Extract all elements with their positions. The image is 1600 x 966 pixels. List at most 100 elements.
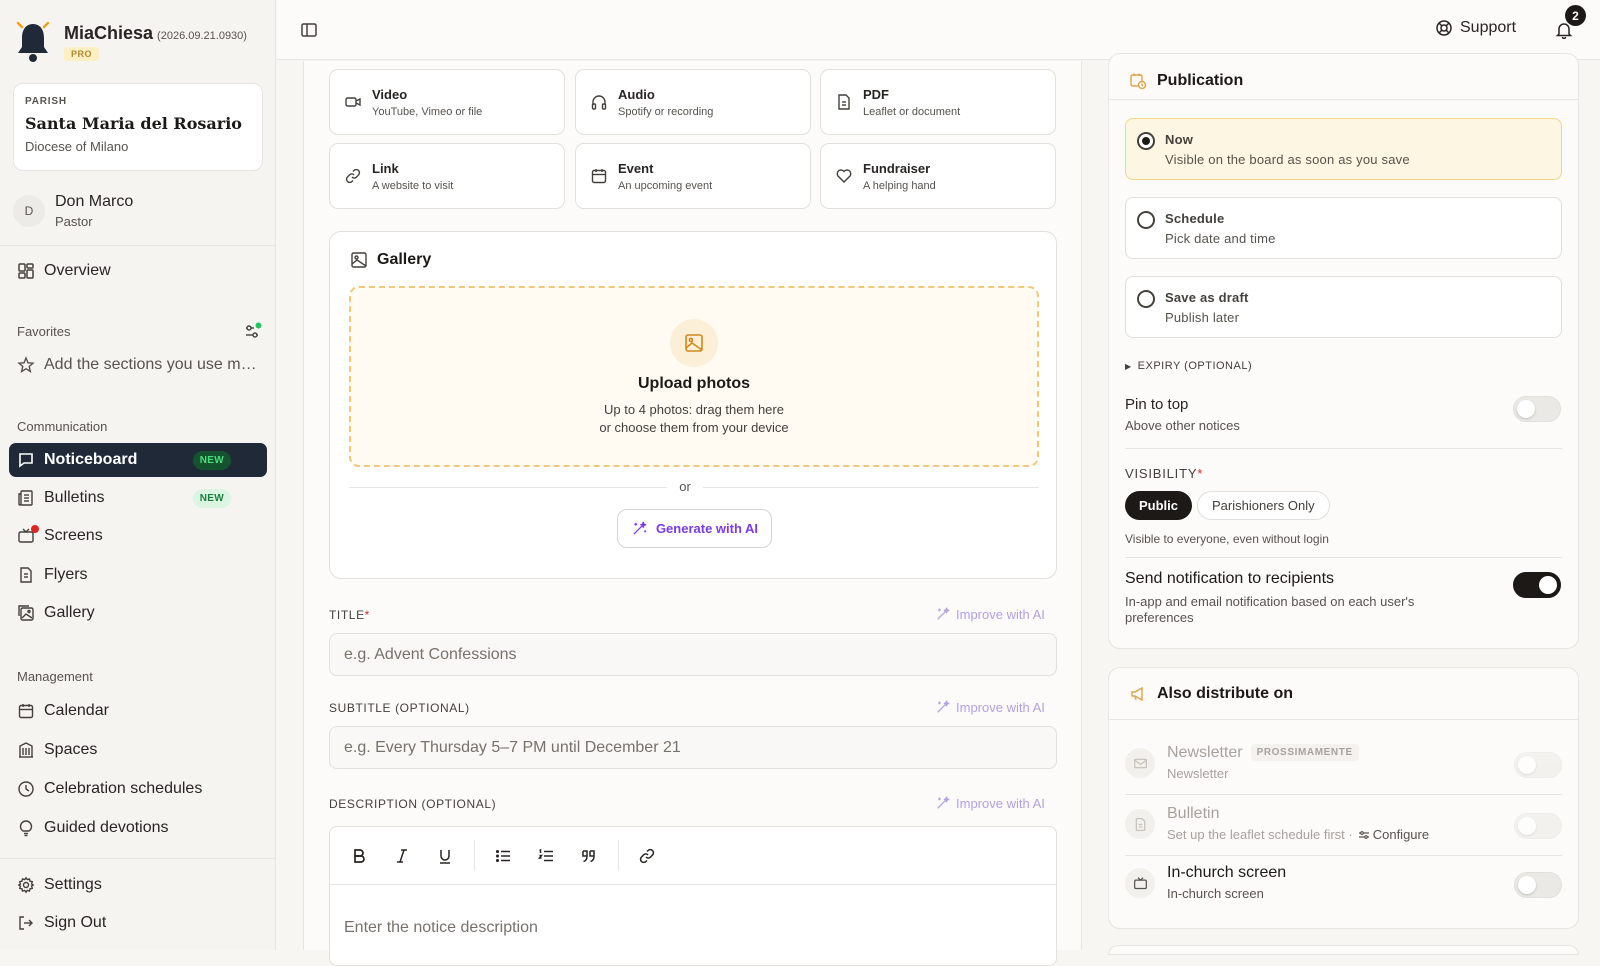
app-name: MiaChiesa [64,23,154,43]
configure-link[interactable]: Configure [1358,827,1429,842]
title-input[interactable]: e.g. Advent Confessions [329,633,1057,676]
caret-right-icon: ▶ [1125,361,1132,371]
sidebar-item-gallery[interactable]: Gallery [9,596,267,630]
sidebar-item-bulletins[interactable]: Bulletins NEW [9,481,267,515]
favorites-hint[interactable]: Add the sections you use most [9,348,267,382]
type-card-fundraiser[interactable]: Fundraiser A helping hand [820,143,1056,209]
distribute-item-title: Bulletin [1167,805,1220,822]
message-square-icon [19,453,33,468]
radio-selected[interactable] [1137,132,1155,150]
bullet-list-icon[interactable] [494,847,512,865]
publish-option-draft[interactable]: Save as draft Publish later [1125,276,1562,338]
visibility-public[interactable]: Public [1125,491,1193,520]
underline-icon[interactable] [436,847,454,865]
alert-dot [31,525,39,533]
type-subtitle: A website to visit [372,179,454,192]
sidebar-item-label: Gallery [44,604,95,621]
italic-icon[interactable] [393,847,411,865]
sidebar-item-label: Sign Out [44,914,107,931]
magic-wand-icon [937,607,950,620]
customize-favorites-icon[interactable] [244,322,262,340]
type-title: Fundraiser [863,160,931,176]
publish-option-schedule[interactable]: Schedule Pick date and time [1125,197,1562,259]
lightbulb-icon [19,820,33,837]
pin-toggle[interactable] [1513,396,1561,422]
calendar-icon [591,169,607,184]
notifications-button[interactable]: 2 [1555,5,1586,41]
app-version: (2026.09.21.0930) [157,30,247,42]
numbered-list-icon[interactable] [537,847,555,865]
parish-card[interactable]: PARISH Santa Maria del Rosario Diocese o… [13,83,263,171]
radio-unselected[interactable] [1137,211,1155,229]
sidebar-item-guided-devotions[interactable]: Guided devotions [9,811,267,845]
star-icon [17,356,35,373]
distribute-panel: Also distribute on Newsletter PROSSIMAMEN… [1108,667,1579,929]
mail-icon-circle [1125,748,1155,778]
subtitle-placeholder: e.g. Every Thursday 5–7 PM until Decembe… [344,738,681,756]
improve-description-button[interactable]: Improve with AI [935,795,1045,811]
visibility-parishioners[interactable]: Parishioners Only [1197,491,1330,520]
panel-divider [1125,448,1562,449]
type-card-link[interactable]: Link A website to visit [329,143,565,209]
improve-label: Improve with AI [956,795,1045,811]
new-badge: NEW [192,450,231,470]
coming-soon-badge: PROSSIMAMENTE [1250,744,1359,761]
sidebar-item-spaces[interactable]: Spaces [9,733,267,767]
option-title: Schedule [1165,211,1225,226]
quote-icon[interactable] [580,847,598,865]
sidebar-item-label: Add the sections you use most [44,356,259,373]
generate-ai-button[interactable]: Generate with AI [617,509,772,548]
sidebar-item-sign-out[interactable]: Sign Out [9,906,267,940]
sidebar-item-flyers[interactable]: Flyers [9,558,267,592]
gear-icon [17,876,35,894]
type-card-audio[interactable]: Audio Spotify or recording [575,69,811,135]
toolbar-separator [474,840,475,870]
type-title: Audio [618,86,655,102]
notify-subtitle: In-app and email notification based on e… [1125,594,1415,625]
distribute-title: Also distribute on [1157,684,1293,702]
publish-option-now[interactable]: Now Visible on the board as soon as you … [1125,118,1562,180]
in-church-screen-toggle[interactable] [1514,872,1562,898]
option-subtitle: Pick date and time [1165,231,1276,246]
photo-dropzone[interactable]: Upload photos Up to 4 photos: drag them … [349,286,1039,467]
sidebar-item-celebration-schedules[interactable]: Celebration schedules [9,772,267,806]
sidebar-item-settings[interactable]: Settings [9,868,267,902]
user-profile[interactable]: D Don Marco Pastor [13,193,133,229]
sidebar-item-noticeboard[interactable]: Noticeboard NEW [9,443,267,477]
bulletin-toggle [1514,813,1562,839]
sidebar-item-calendar[interactable]: Calendar [9,694,267,728]
type-subtitle: Leaflet or document [863,105,961,118]
improve-subtitle-button[interactable]: Improve with AI [935,699,1045,715]
radio-unselected[interactable] [1137,290,1155,308]
description-placeholder: Enter the notice description [344,919,538,936]
type-card-event[interactable]: Event An upcoming event [575,143,811,209]
sidebar-item-screens[interactable]: Screens [9,519,267,553]
image-upload-icon [685,334,703,352]
management-heading: Management [17,669,93,684]
sidebar-item-label: Guided devotions [44,819,169,836]
support-button[interactable]: Support [1435,19,1516,37]
improve-title-button[interactable]: Improve with AI [935,606,1045,622]
brand: MiaChiesa (2026.09.21.0930) PRO [14,20,247,64]
type-subtitle: YouTube, Vimeo or file [372,105,483,118]
next-panel-edge [1108,945,1579,955]
link-icon[interactable] [638,847,656,865]
expiry-toggle[interactable]: ▶ EXPIRY (OPTIONAL) [1125,360,1252,372]
type-card-pdf[interactable]: PDF Leaflet or document [820,69,1056,135]
parish-name: Santa Maria del Rosario [25,114,242,133]
option-title: Now [1165,132,1194,147]
sidebar-item-overview[interactable]: Overview [9,254,267,288]
link-icon [345,168,361,184]
type-card-video[interactable]: Video YouTube, Vimeo or file [329,69,565,135]
sidebar-toggle-icon[interactable] [300,21,318,39]
description-label: DESCRIPTION (OPTIONAL) [329,797,497,811]
distribute-in-church-screen[interactable]: In-church screen In-church screen [1125,854,1562,914]
subtitle-input[interactable]: e.g. Every Thursday 5–7 PM until Decembe… [329,726,1057,769]
bold-icon[interactable] [350,847,368,865]
mail-icon [1133,758,1147,768]
description-editor[interactable]: Enter the notice description [329,826,1057,966]
magic-wand-icon [937,700,950,713]
gallery-card: Gallery Upload photos Up to 4 photos: dr… [329,231,1057,579]
notify-toggle[interactable] [1513,572,1561,598]
divider-line [703,487,1039,488]
